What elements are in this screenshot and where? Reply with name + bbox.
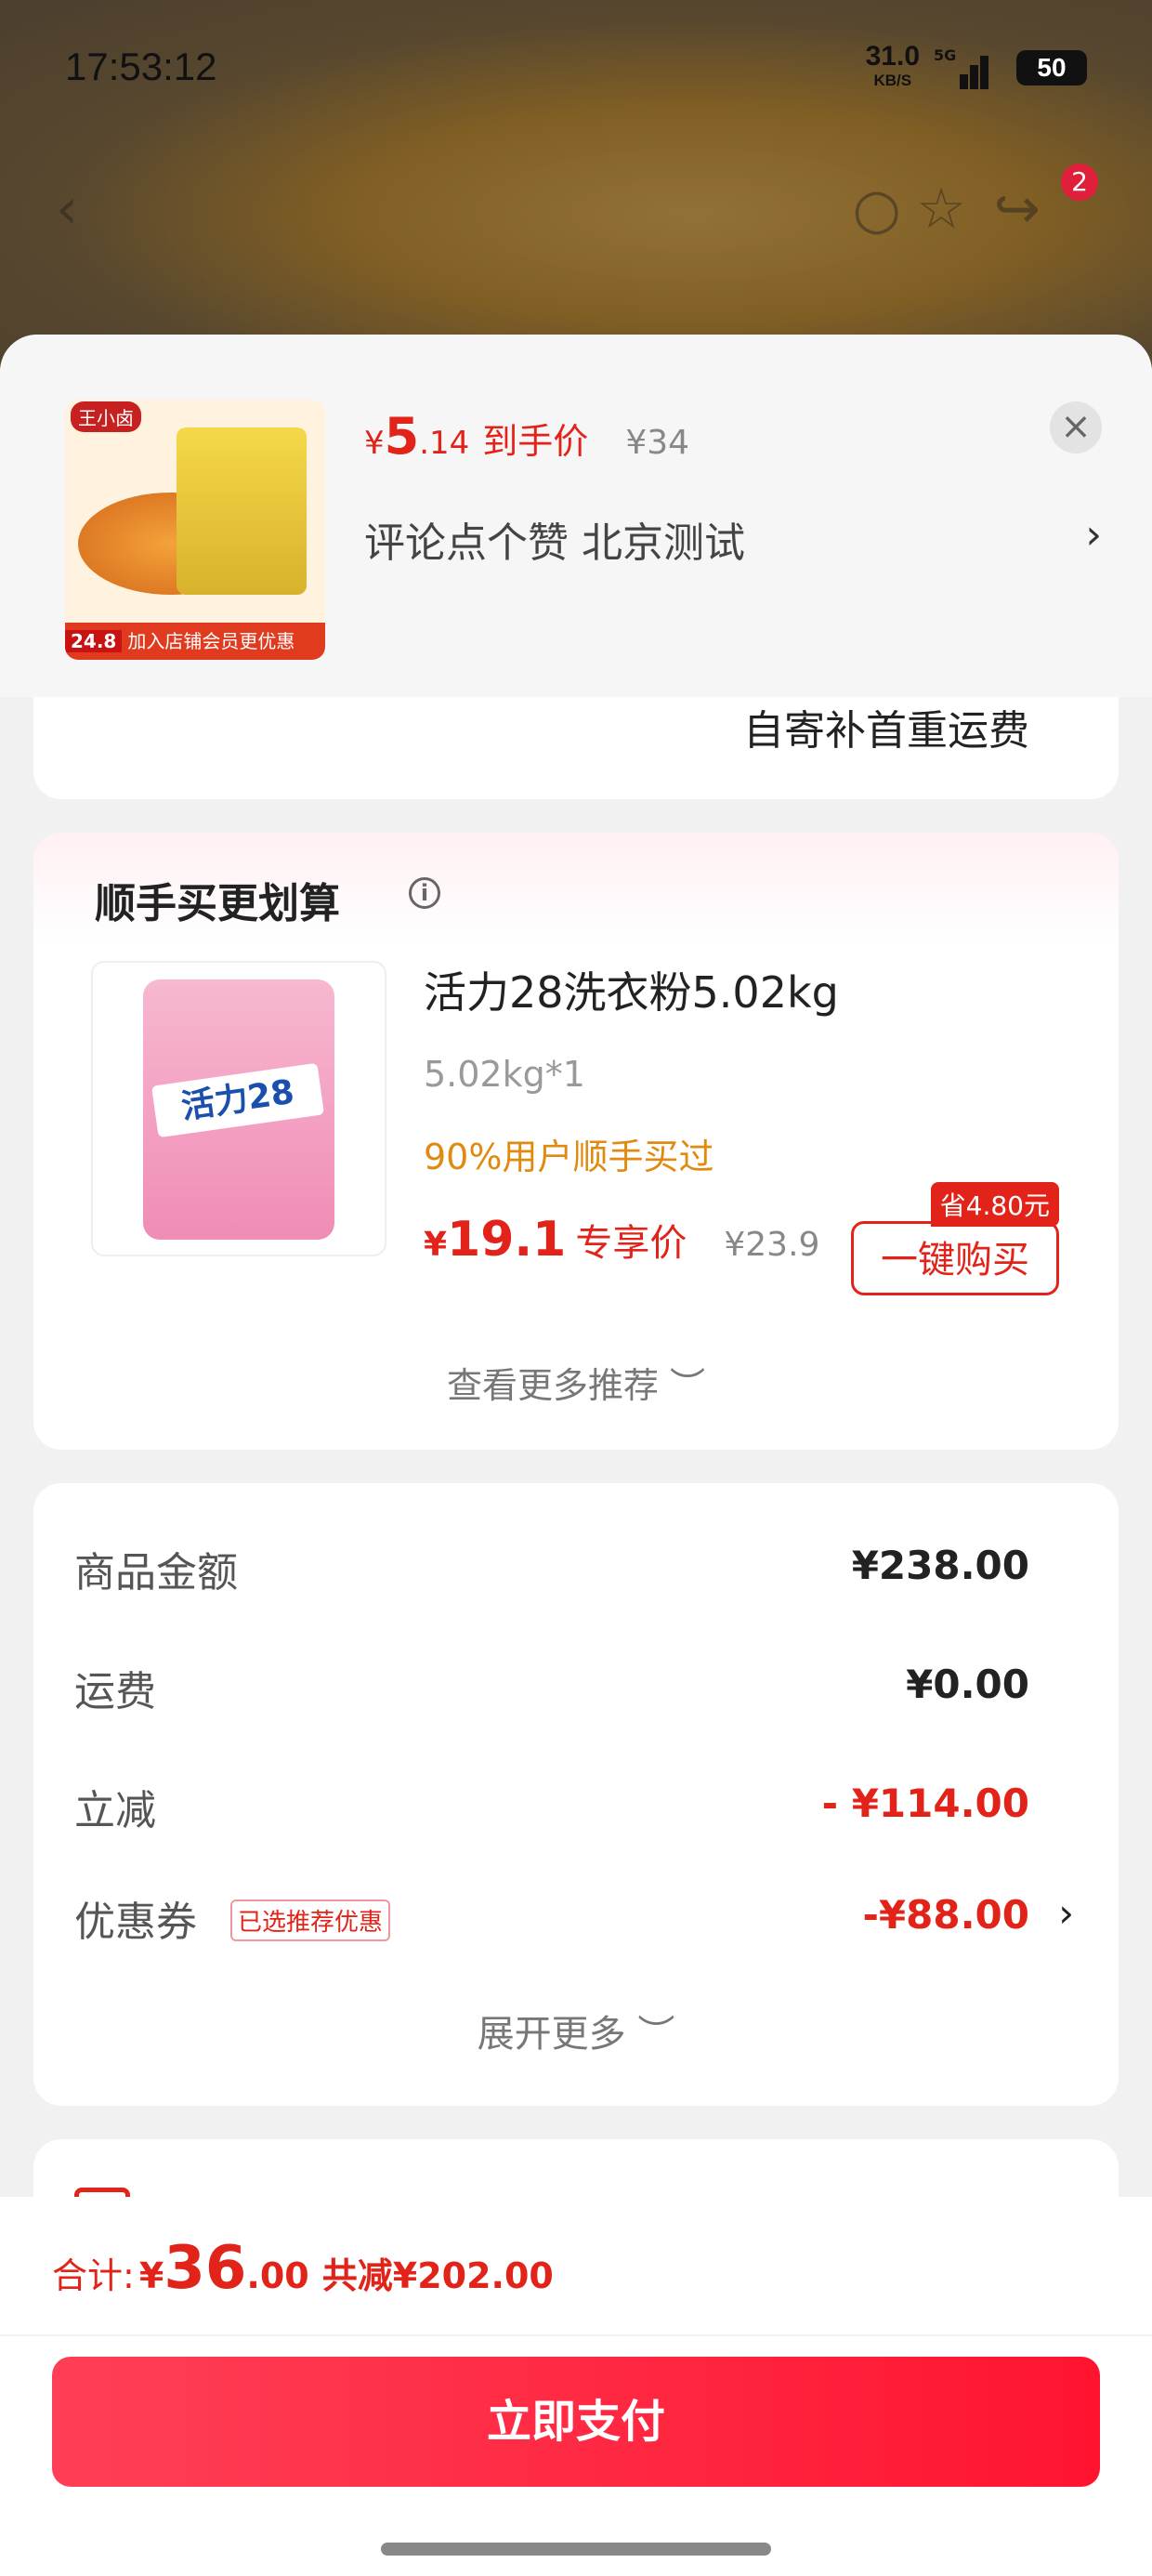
product-nav-bar: ‹ ○ ☆ ↪ 2 [56, 164, 1115, 242]
coupon-tag: 已选推荐优惠 [230, 1899, 391, 1941]
checkout-footer: 合计: ¥36.00 共减¥202.00 立即支付 [0, 2197, 1152, 2576]
share-icon[interactable]: ↪ [994, 177, 1041, 242]
brand-logo: 王小卤 [71, 401, 141, 432]
info-icon[interactable]: i [409, 877, 440, 909]
summary-row-coupon[interactable]: 优惠券 已选推荐优惠 -¥88.00 › [74, 1888, 1074, 1953]
signal-icon: 5G [934, 46, 989, 89]
summary-row-discount: 立减 - ¥114.00 [74, 1781, 1029, 1834]
status-time: 17:53:12 [65, 45, 217, 88]
network-speed: 31.0 KB/S [865, 41, 920, 90]
save-badge: 省4.80元 [930, 1182, 1059, 1227]
member-banner: 24.8 加入店铺会员更优惠 [65, 623, 325, 660]
price-summary-card: 商品金额 ¥238.00 运费 ¥0.00 立减 - ¥114.00 优惠券 已… [33, 1483, 1119, 2106]
summary-row-shipping: 运费 ¥0.00 [74, 1662, 1029, 1715]
more-recommend-link[interactable]: 查看更多推荐 ︶ [33, 1357, 1119, 1408]
favorite-star-icon[interactable]: ☆ [916, 177, 966, 242]
search-icon[interactable]: ○ [853, 177, 901, 242]
recommend-card: 顺手买更划算 i 活力28 活力28洗衣粉5.02kg 5.02kg*1 90%… [33, 833, 1119, 1450]
selected-spec[interactable]: 评论点个赞 北京测试 [364, 509, 745, 569]
back-icon[interactable]: ‹ [56, 177, 78, 242]
cart-count-badge: 2 [1061, 164, 1098, 201]
recommend-original-price: ¥23.9 [724, 1226, 820, 1264]
shipping-note: 自寄补首重运费 [743, 707, 1029, 755]
one-click-buy-button[interactable]: 一键购买 [851, 1221, 1059, 1295]
recommend-product-image[interactable]: 活力28 [91, 961, 386, 1256]
close-button[interactable]: × [1050, 401, 1102, 453]
recommend-product-spec: 5.02kg*1 [424, 1054, 585, 1095]
final-price: ¥5.14 到手价 ¥34 [364, 407, 690, 466]
total-saved: 共减¥202.00 [321, 2255, 554, 2296]
original-price: ¥34 [625, 424, 690, 462]
recommend-price: ¥19.1 专享价 ¥23.9 [424, 1212, 820, 1268]
product-thumbnail: 王小卤 24.8 加入店铺会员更优惠 [65, 400, 325, 660]
chevron-right-icon: › [1058, 1890, 1074, 1936]
expand-more-link[interactable]: 展开更多 ︶ [33, 2004, 1119, 2057]
battery-icon: 50 [1016, 50, 1087, 85]
close-icon: × [1060, 405, 1092, 448]
summary-row-goods: 商品金额 ¥238.00 [74, 1543, 1029, 1597]
home-indicator [381, 2543, 771, 2556]
recommend-title: 顺手买更划算 [95, 880, 340, 927]
checkout-sheet: 王小卤 24.8 加入店铺会员更优惠 ¥5.14 到手价 ¥34 × 评论点个赞 北京… [0, 335, 1152, 2576]
status-bar: 17:53:12 31.0 KB/S 5G 50 [65, 37, 1087, 102]
recommend-product-name[interactable]: 活力28洗衣粉5.02kg [424, 959, 839, 1020]
shipping-card: 自寄补首重运费 [33, 697, 1119, 799]
order-total: 合计: ¥36.00 共减¥202.00 [52, 2234, 554, 2303]
chevron-right-icon[interactable]: › [1085, 511, 1102, 559]
final-price-label: 到手价 [482, 421, 589, 462]
divider [0, 2334, 1152, 2336]
recommend-social-proof: 90%用户顺手买过 [424, 1137, 714, 1177]
product-header: 王小卤 24.8 加入店铺会员更优惠 ¥5.14 到手价 ¥34 × 评论点个赞 北京… [0, 335, 1152, 697]
pay-now-button[interactable]: 立即支付 [52, 2357, 1100, 2487]
